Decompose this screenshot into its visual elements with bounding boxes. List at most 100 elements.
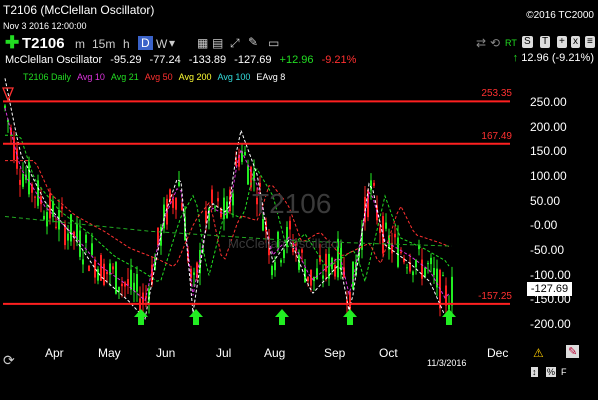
y-tick-label: 50.00 bbox=[530, 193, 561, 208]
x-tick-label: Jun bbox=[156, 346, 176, 360]
candle-body bbox=[400, 251, 402, 253]
candle-body bbox=[19, 179, 21, 185]
candle-body bbox=[88, 265, 90, 272]
candle-body bbox=[178, 182, 180, 186]
moving-averages bbox=[4, 78, 453, 320]
candle-body bbox=[55, 226, 57, 228]
x-tick-label: Oct bbox=[379, 346, 398, 360]
buy-arrow-icon bbox=[343, 309, 357, 325]
candle-body bbox=[421, 259, 423, 279]
current-date-label: 11/3/2016 bbox=[427, 358, 467, 368]
candle-body bbox=[214, 206, 216, 208]
watermark-name: McClellan Oscillator bbox=[228, 236, 343, 251]
candle-body bbox=[217, 198, 219, 202]
y-tick-label: -50.00 bbox=[530, 243, 565, 257]
pencil-icon[interactable]: ✎ bbox=[566, 345, 580, 358]
watermark-symbol: T2106 bbox=[252, 188, 332, 219]
percent-icon[interactable]: % bbox=[546, 367, 557, 377]
candle-body bbox=[403, 257, 405, 263]
candle-body bbox=[34, 196, 36, 198]
candle-body bbox=[43, 215, 45, 220]
x-tick-label: Dec bbox=[487, 346, 509, 360]
y-tick-label: 250.00 bbox=[530, 95, 567, 109]
candle-body bbox=[85, 234, 87, 243]
candle-body bbox=[157, 227, 159, 246]
candle-body bbox=[223, 197, 225, 220]
candle-body bbox=[442, 275, 444, 277]
candle-body bbox=[244, 152, 246, 155]
candle-body bbox=[406, 267, 408, 269]
candle-body bbox=[448, 304, 450, 310]
buy-arrow-icon bbox=[189, 309, 203, 325]
candle-body bbox=[61, 206, 63, 210]
candle-body bbox=[208, 208, 210, 221]
f-icon[interactable]: F bbox=[561, 367, 567, 377]
candle-body bbox=[334, 265, 336, 277]
candle-body bbox=[370, 180, 372, 191]
candle-body bbox=[133, 282, 135, 291]
candle-body bbox=[274, 262, 276, 271]
candle-body bbox=[322, 275, 324, 279]
candle-body bbox=[424, 267, 426, 277]
candle-body bbox=[271, 265, 273, 276]
warning-icon[interactable]: ⚠ bbox=[533, 346, 544, 360]
candle-body bbox=[115, 262, 117, 294]
candle-body bbox=[106, 271, 108, 275]
candle-body bbox=[193, 272, 195, 275]
candle-body bbox=[103, 263, 105, 285]
hline-label: 253.35 bbox=[481, 88, 512, 100]
y-tick-label: 100.00 bbox=[530, 169, 567, 183]
candle-body bbox=[130, 269, 132, 290]
candle-body bbox=[232, 193, 234, 206]
candle-body bbox=[397, 237, 399, 267]
candle-body bbox=[379, 227, 381, 233]
y-tick-label: 200.00 bbox=[530, 119, 567, 134]
candle-body bbox=[70, 214, 72, 242]
hline-label: -157.25 bbox=[478, 290, 512, 302]
candle-body bbox=[79, 230, 81, 257]
candle-body bbox=[121, 283, 123, 287]
candle-body bbox=[226, 201, 228, 218]
candle-body bbox=[91, 243, 93, 255]
candle-body bbox=[307, 276, 309, 282]
buy-arrow-icon bbox=[134, 309, 148, 325]
buy-arrow-icon bbox=[275, 309, 289, 325]
candle-body bbox=[310, 269, 312, 286]
candle-body bbox=[13, 137, 15, 161]
x-tick-label: Apr bbox=[45, 346, 64, 360]
candle-body bbox=[22, 174, 24, 187]
candle-body bbox=[280, 260, 282, 263]
candle-body bbox=[211, 189, 213, 204]
y-tick-label: -0.00 bbox=[530, 218, 558, 233]
candle-body bbox=[112, 266, 114, 270]
candle-body bbox=[172, 198, 174, 208]
y-tick-label: -200.00 bbox=[530, 317, 571, 331]
x-tick-label: Aug bbox=[264, 346, 286, 360]
candle-body bbox=[427, 263, 429, 265]
refresh-icon[interactable]: ⟳ bbox=[3, 352, 15, 369]
candle-body bbox=[46, 212, 48, 227]
candle-body bbox=[94, 260, 96, 278]
buy-arrows bbox=[134, 309, 456, 325]
y-tick-label: -150.00 bbox=[530, 292, 571, 307]
y-tick-label: 150.00 bbox=[530, 144, 567, 159]
candle-body bbox=[4, 105, 6, 109]
candle-body bbox=[451, 276, 453, 306]
candle-body bbox=[433, 268, 435, 275]
candle-body bbox=[262, 219, 264, 231]
candle-body bbox=[82, 259, 84, 265]
candle-body bbox=[49, 193, 51, 219]
candle-body bbox=[325, 253, 327, 272]
candle-body bbox=[373, 182, 375, 186]
hline-label: 167.49 bbox=[481, 130, 512, 142]
candle-body bbox=[412, 271, 414, 276]
candle-body bbox=[289, 220, 291, 230]
scale-icon[interactable]: ↕ bbox=[531, 367, 538, 377]
candle-body bbox=[430, 257, 432, 265]
y-tick-label: -100.00 bbox=[530, 267, 571, 282]
candle-body bbox=[136, 274, 138, 292]
x-tick-label: Sep bbox=[324, 346, 346, 360]
candle-body bbox=[28, 162, 30, 195]
candle-body bbox=[67, 233, 69, 241]
buy-arrow-icon bbox=[442, 309, 456, 325]
